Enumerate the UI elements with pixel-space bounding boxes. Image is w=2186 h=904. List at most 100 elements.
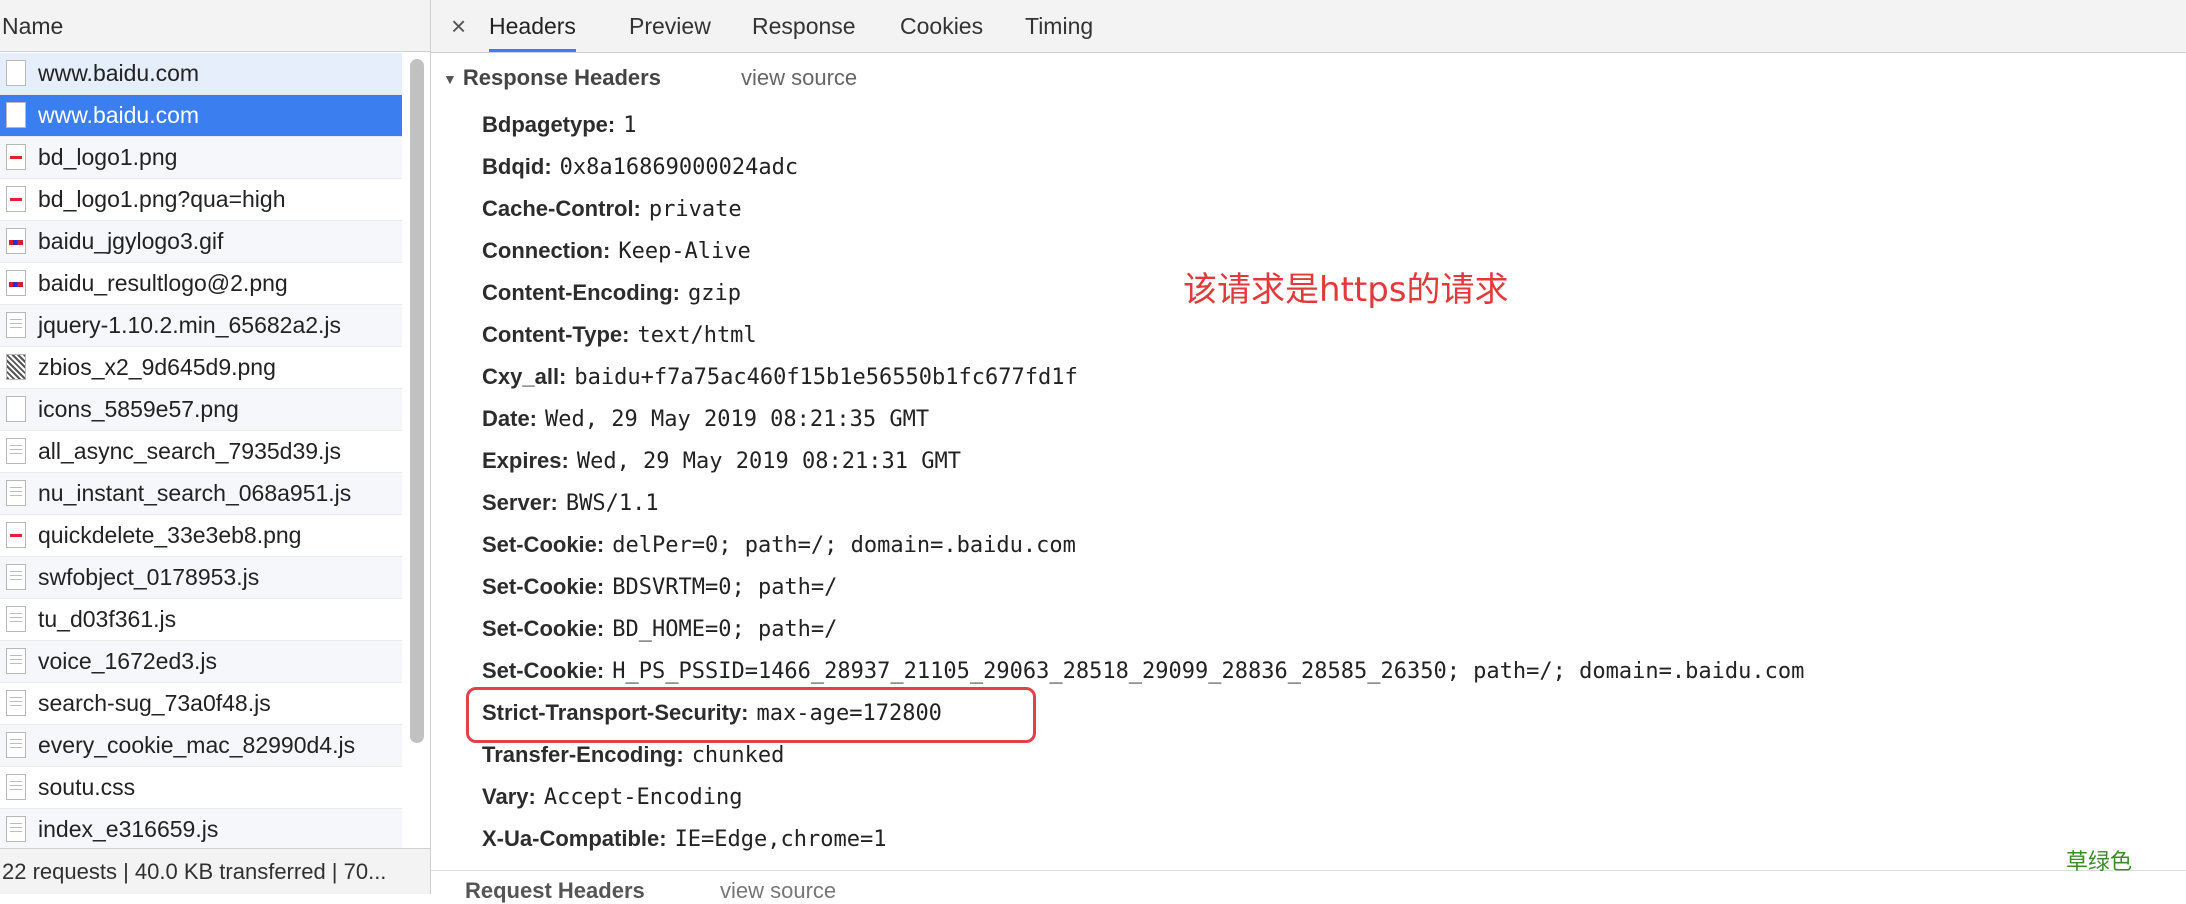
request-row[interactable]: voice_1672ed3.js xyxy=(0,641,402,683)
header-value: baidu+f7a75ac460f15b1e56550b1fc677fd1f xyxy=(574,365,1078,390)
header-value: BWS/1.1 xyxy=(565,491,659,516)
request-row[interactable]: jquery-1.10.2.min_65682a2.js xyxy=(0,305,402,347)
response-headers-section-toggle[interactable]: ▼ Response Headers xyxy=(443,60,661,97)
request-list: www.baidu.com www.baidu.com bd_logo1.pngbd… xyxy=(0,53,402,848)
document-icon xyxy=(6,60,26,86)
request-row[interactable]: all_async_search_7935d39.js xyxy=(0,431,402,473)
header-key: Bdqid: xyxy=(482,154,552,179)
script-icon xyxy=(6,816,26,842)
qr-image-icon xyxy=(6,354,26,380)
request-name: www.baidu.com xyxy=(38,102,200,128)
header-row: X-Ua-Compatible: IE=Edge,chrome=1 xyxy=(482,818,1804,860)
request-name: zbios_x2_9d645d9.png xyxy=(38,354,276,380)
request-name: search-sug_73a0f48.js xyxy=(38,690,271,716)
request-row[interactable]: index_e316659.js xyxy=(0,809,402,848)
request-name: baidu_jgylogo3.gif xyxy=(38,228,224,254)
detail-tab-bar: × Headers Preview Response Cookies Timin… xyxy=(431,0,2186,53)
header-row: Cache-Control: private xyxy=(482,188,1804,230)
request-row[interactable]: soutu.css xyxy=(0,767,402,809)
header-key: Set-Cookie: xyxy=(482,616,605,641)
scrollbar-thumb[interactable] xyxy=(410,59,424,743)
tab-preview[interactable]: Preview xyxy=(629,0,711,52)
response-header-list: Bdpagetype: 1 Bdqid: 0x8a16869000024adc Cach… xyxy=(482,104,1804,860)
header-key: Vary: xyxy=(482,784,536,809)
request-row[interactable]: zbios_x2_9d645d9.png xyxy=(0,347,402,389)
response-headers-title: Response Headers xyxy=(462,65,661,90)
header-key: Cache-Control: xyxy=(482,196,641,221)
header-key: Set-Cookie: xyxy=(482,574,605,599)
request-row[interactable]: baidu_resultlogo@2.png xyxy=(0,263,402,305)
gif-icon xyxy=(6,228,26,254)
document-icon xyxy=(6,102,26,128)
request-row[interactable]: tu_d03f361.js xyxy=(0,599,402,641)
request-row[interactable]: nu_instant_search_068a951.js xyxy=(0,473,402,515)
header-row: Set-Cookie: BD_HOME=0; path=/ xyxy=(482,608,1804,650)
request-row[interactable]: bd_logo1.png xyxy=(0,137,402,179)
tab-response[interactable]: Response xyxy=(752,0,856,52)
header-value: 0x8a16869000024adc xyxy=(559,155,799,180)
request-list-scrollbar[interactable] xyxy=(402,53,430,848)
script-icon xyxy=(6,312,26,338)
header-key: Set-Cookie: xyxy=(482,658,605,683)
request-row[interactable]: bd_logo1.png?qua=high xyxy=(0,179,402,221)
request-name: swfobject_0178953.js xyxy=(38,564,260,590)
request-row[interactable]: swfobject_0178953.js xyxy=(0,557,402,599)
request-name: quickdelete_33e3eb8.png xyxy=(38,522,302,548)
tab-cookies[interactable]: Cookies xyxy=(900,0,983,52)
request-row[interactable]: icons_5859e57.png xyxy=(0,389,402,431)
request-headers-title[interactable]: Request Headers xyxy=(465,878,645,904)
annotation-text: 该请求是https的请求 xyxy=(1183,270,1509,310)
image-icon xyxy=(6,144,26,170)
header-value: text/html xyxy=(637,323,757,348)
script-icon xyxy=(6,606,26,632)
header-key: Date: xyxy=(482,406,538,431)
script-icon xyxy=(6,438,26,464)
request-name: every_cookie_mac_82990d4.js xyxy=(38,732,356,758)
header-key: Content-Type: xyxy=(482,322,630,347)
script-icon xyxy=(6,732,26,758)
header-row: Date: Wed, 29 May 2019 08:21:35 GMT xyxy=(482,398,1804,440)
header-row: Set-Cookie: H_PS_PSSID=1466_28937_21105_2… xyxy=(482,650,1804,692)
header-row: Content-Type: text/html xyxy=(482,314,1804,356)
header-key: Transfer-Encoding: xyxy=(482,742,684,767)
name-column-header[interactable]: Name xyxy=(0,0,430,52)
close-icon[interactable]: × xyxy=(451,0,466,52)
tab-headers[interactable]: Headers xyxy=(489,0,576,52)
request-name: nu_instant_search_068a951.js xyxy=(38,480,352,506)
gif-icon xyxy=(6,270,26,296)
request-row[interactable]: www.baidu.com xyxy=(0,95,402,137)
document-icon xyxy=(6,396,26,422)
header-value: BD_HOME=0; path=/ xyxy=(612,617,838,642)
request-name: www.baidu.com xyxy=(38,60,200,86)
header-value: BDSVRTM=0; path=/ xyxy=(612,575,838,600)
header-row: Server: BWS/1.1 xyxy=(482,482,1804,524)
request-row[interactable]: search-sug_73a0f48.js xyxy=(0,683,402,725)
watermark: 草绿色 xyxy=(2066,850,2133,875)
script-icon xyxy=(6,774,26,800)
header-value: chunked xyxy=(691,743,785,768)
header-value: H_PS_PSSID=1466_28937_21105_29063_28518_… xyxy=(612,659,1805,684)
request-name: jquery-1.10.2.min_65682a2.js xyxy=(38,312,342,338)
request-row[interactable]: every_cookie_mac_82990d4.js xyxy=(0,725,402,767)
header-row: Expires: Wed, 29 May 2019 08:21:31 GMT xyxy=(482,440,1804,482)
header-row: Content-Encoding: gzip xyxy=(482,272,1804,314)
request-row[interactable]: www.baidu.com xyxy=(0,53,402,95)
request-row[interactable]: quickdelete_33e3eb8.png xyxy=(0,515,402,557)
request-view-source-link[interactable]: view source xyxy=(720,878,836,904)
request-name: icons_5859e57.png xyxy=(38,396,239,422)
header-value: IE=Edge,chrome=1 xyxy=(674,827,887,852)
request-name: index_e316659.js xyxy=(38,816,219,842)
header-value: Wed, 29 May 2019 08:21:35 GMT xyxy=(545,407,930,432)
header-key: Bdpagetype: xyxy=(482,112,616,137)
tab-timing[interactable]: Timing xyxy=(1025,0,1093,52)
request-name: all_async_search_7935d39.js xyxy=(38,438,342,464)
request-row[interactable]: baidu_jgylogo3.gif xyxy=(0,221,402,263)
image-icon xyxy=(6,522,26,548)
header-key: Expires: xyxy=(482,448,569,473)
header-row: Cxy_all: baidu+f7a75ac460f15b1e56550b1fc6… xyxy=(482,356,1804,398)
view-source-link[interactable]: view source xyxy=(741,60,857,96)
header-key: Connection: xyxy=(482,238,611,263)
header-key: Cxy_all: xyxy=(482,364,567,389)
request-name: bd_logo1.png?qua=high xyxy=(38,186,286,212)
request-list-panel: Name www.baidu.com www.baidu.com bd_logo1.… xyxy=(0,0,431,894)
